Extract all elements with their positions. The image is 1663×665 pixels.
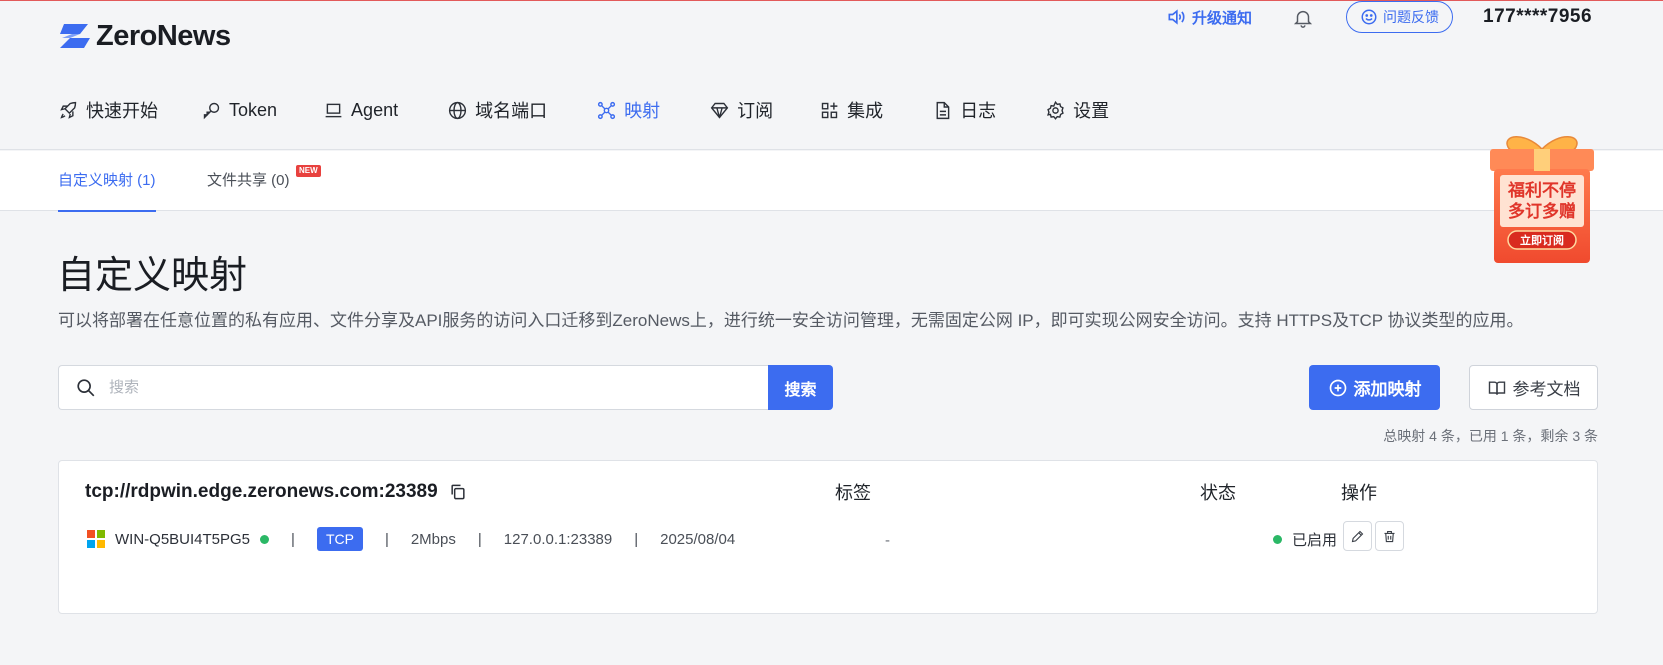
mapping-address-text[interactable]: tcp://rdpwin.edge.zeronews.com:23389 — [85, 481, 438, 503]
laptop-icon — [325, 103, 342, 117]
upgrade-notice-label: 升级通知 — [1192, 9, 1253, 27]
nav-label: 订阅 — [737, 101, 774, 121]
table-row: WIN-Q5BUI4T5PG5 | TCP | 2Mbps | 127.0.0.… — [87, 524, 735, 554]
nav-label: 日志 — [960, 101, 997, 121]
nav-label: 快速开始 — [86, 101, 158, 121]
mapping-card: tcp://rdpwin.edge.zeronews.com:23389 标签 … — [58, 460, 1598, 614]
edit-button[interactable] — [1343, 521, 1372, 551]
agent-name: WIN-Q5BUI4T5PG5 — [115, 530, 251, 548]
nav-item-subscription[interactable]: 订阅 — [709, 97, 773, 123]
page-description: 可以将部署在任意位置的私有应用、文件分享及API服务的访问入口迁移到ZeroNe… — [58, 311, 1524, 330]
tab-file-share[interactable]: 文件共享 (0) — [207, 151, 290, 211]
diamond-icon — [710, 102, 729, 119]
reference-doc-label: 参考文档 — [1512, 380, 1581, 399]
search-box — [58, 365, 769, 410]
bandwidth: 2Mbps — [410, 530, 456, 548]
reference-doc-button[interactable]: 参考文档 — [1469, 365, 1598, 410]
tags-value: - — [885, 532, 890, 549]
network-icon — [598, 101, 616, 119]
zeronews-logo-icon — [60, 24, 90, 48]
status-text: 已启用 — [1292, 531, 1338, 549]
bell-icon[interactable] — [1292, 7, 1314, 29]
nav-label: 集成 — [847, 101, 884, 121]
smile-icon — [1361, 9, 1377, 25]
search-button[interactable]: 搜索 — [768, 365, 833, 410]
feedback-label: 问题反馈 — [1383, 9, 1439, 25]
created-date: 2025/08/04 — [660, 530, 736, 548]
logo[interactable]: ZeroNews — [58, 19, 231, 52]
column-header-actions: 操作 — [1341, 483, 1377, 503]
column-header-tags: 标签 — [835, 483, 871, 503]
sub-tabs: 自定义映射 (1) 文件共享 (0) NEW — [0, 151, 1663, 212]
page-title: 自定义映射 — [57, 255, 248, 297]
key-icon — [203, 102, 220, 119]
logo-text: ZeroNews — [96, 19, 231, 52]
main-nav: 快速开始 Token Agent 域名端口 映射 订阅 集成 日志 设置 — [58, 95, 1109, 125]
mapping-summary: 总映射 4 条，已用 1 条，剩余 3 条 — [1383, 428, 1598, 444]
divider: | — [477, 530, 482, 548]
search-icon — [77, 378, 95, 396]
delete-button[interactable] — [1375, 521, 1404, 551]
pencil-icon — [1351, 530, 1364, 542]
column-header-status: 状态 — [1200, 483, 1236, 503]
nav-item-integration[interactable]: 集成 — [819, 97, 883, 123]
promo-line1: 福利不停 — [1507, 180, 1576, 201]
nav-label: Token — [229, 99, 278, 120]
nav-item-domain-port[interactable]: 域名端口 — [447, 97, 547, 123]
enabled-status-dot — [1273, 534, 1282, 544]
online-status-dot — [260, 534, 270, 544]
add-mapping-button[interactable]: 添加映射 — [1309, 365, 1440, 410]
divider: | — [384, 530, 389, 548]
status-cell: 已启用 — [1273, 526, 1337, 552]
book-icon — [1488, 380, 1505, 395]
document-icon — [936, 101, 950, 119]
nav-item-settings[interactable]: 设置 — [1045, 97, 1109, 123]
nav-item-quickstart[interactable]: 快速开始 — [58, 97, 158, 123]
promo-gift-banner[interactable]: 福利不停 多订多赠 立即订阅 — [1484, 131, 1600, 266]
copy-icon[interactable] — [448, 482, 468, 502]
new-badge: NEW — [296, 165, 321, 177]
speaker-icon — [1168, 9, 1185, 25]
protocol-badge: TCP — [316, 527, 363, 551]
feedback-button[interactable]: 问题反馈 — [1346, 1, 1453, 33]
trash-icon — [1384, 530, 1395, 542]
search-input[interactable] — [109, 379, 709, 396]
mapping-address: tcp://rdpwin.edge.zeronews.com:23389 — [85, 481, 468, 503]
gear-icon — [1047, 100, 1064, 120]
apps-icon — [821, 102, 838, 118]
plus-circle-icon — [1329, 379, 1346, 396]
local-address: 127.0.0.1:23389 — [503, 530, 613, 548]
rocket-icon — [60, 101, 77, 119]
nav-item-mapping[interactable]: 映射 — [596, 97, 660, 123]
nav-item-agent[interactable]: Agent — [323, 100, 398, 121]
user-account[interactable]: 177****7956 — [1483, 1, 1592, 33]
upgrade-notice-link[interactable]: 升级通知 — [1166, 1, 1252, 33]
nav-item-token[interactable]: Token — [201, 100, 277, 121]
nav-label: 设置 — [1073, 101, 1110, 121]
tab-custom-mapping[interactable]: 自定义映射 (1) — [58, 151, 156, 212]
nav-label: Agent — [351, 99, 399, 120]
promo-line2: 多订多赠 — [1508, 201, 1576, 222]
add-mapping-label: 添加映射 — [1353, 380, 1422, 399]
nav-label: 域名端口 — [475, 101, 548, 121]
promo-button[interactable]: 立即订阅 — [1520, 233, 1564, 247]
globe-icon — [449, 101, 467, 119]
divider: | — [634, 530, 639, 548]
nav-label: 映射 — [624, 101, 661, 121]
windows-icon — [87, 530, 105, 548]
divider: | — [291, 530, 295, 548]
header: ZeroNews 升级通知 问题反馈 177****7956 快速开始 Toke… — [0, 1, 1663, 150]
nav-item-logs[interactable]: 日志 — [932, 97, 996, 123]
